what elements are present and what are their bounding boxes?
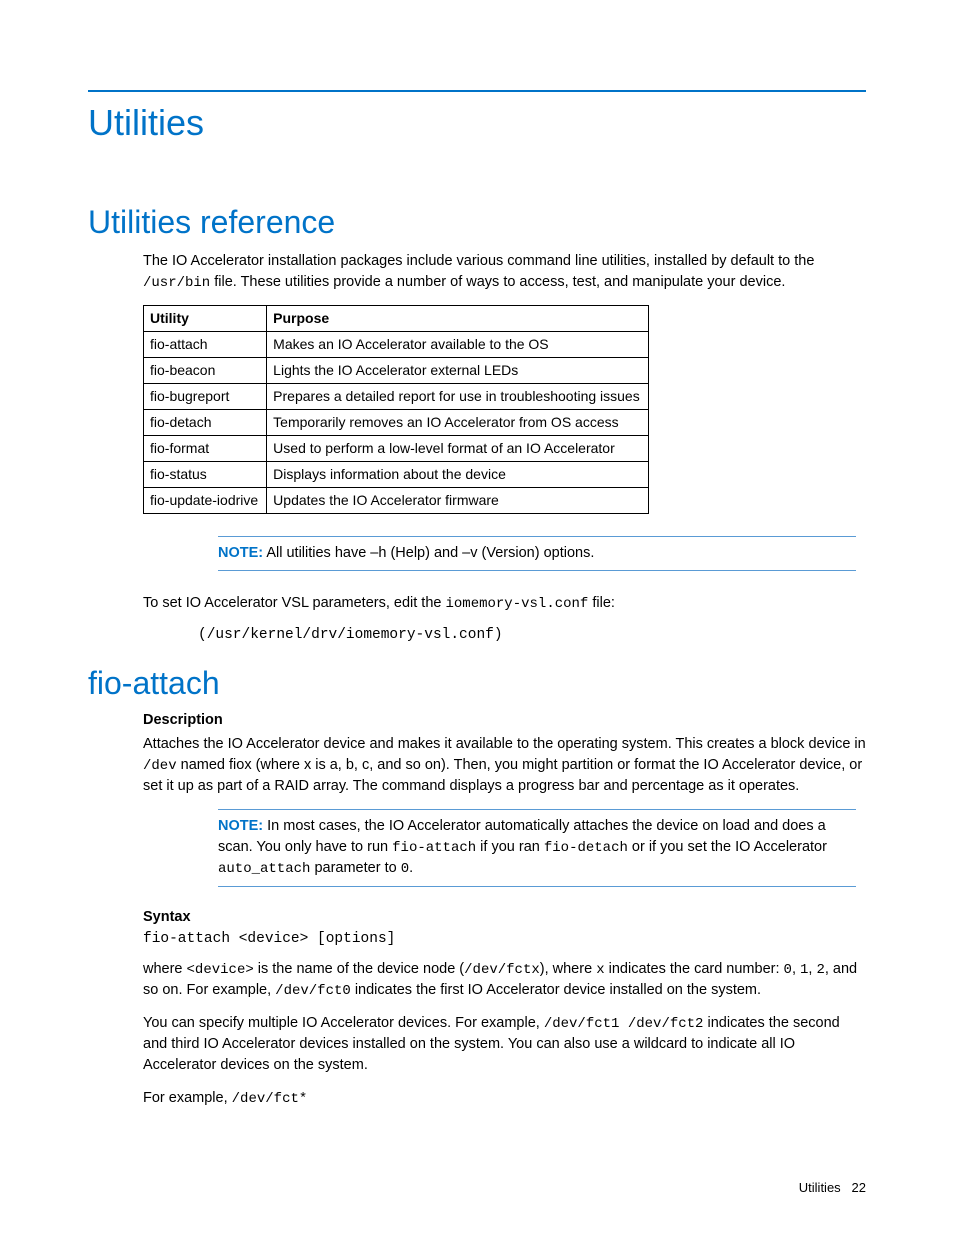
mc1: /dev/fct1 /dev/fct2: [544, 1016, 704, 1032]
intro-paragraph: The IO Accelerator installation packages…: [143, 251, 866, 293]
cell-purpose: Displays information about the device: [267, 462, 649, 488]
wb: is the name of the device node (: [254, 961, 464, 977]
page-footer: Utilities 22: [799, 1180, 866, 1195]
wc4: 0: [784, 962, 792, 978]
wh: indicates the first IO Accelerator devic…: [351, 982, 761, 998]
intro-text-post: file. These utilities provide a number o…: [210, 274, 785, 290]
note-label: NOTE:: [218, 545, 263, 561]
cell-purpose: Updates the IO Accelerator firmware: [267, 488, 649, 514]
table-row: fio-formatUsed to perform a low-level fo…: [144, 436, 649, 462]
cell-purpose: Makes an IO Accelerator available to the…: [267, 332, 649, 358]
cell-utility: fio-beacon: [144, 358, 267, 384]
syntax-label: Syntax: [143, 909, 866, 925]
th-purpose: Purpose: [267, 306, 649, 332]
n2d: parameter to: [310, 860, 400, 876]
desc-text-a: Attaches the IO Accelerator device and m…: [143, 736, 866, 752]
table-header-row: Utility Purpose: [144, 306, 649, 332]
section-heading-fio-attach: fio-attach: [88, 665, 866, 702]
cell-purpose: Used to perform a low-level format of an…: [267, 436, 649, 462]
wc1: <device>: [187, 962, 254, 978]
wc3: x: [596, 962, 604, 978]
desc-code: /dev: [143, 758, 177, 774]
desc-text-b: named fiox (where x is a, b, c, and so o…: [143, 757, 862, 794]
example-paragraph: For example, /dev/fct*: [143, 1088, 866, 1109]
wc7: /dev/fct0: [275, 983, 351, 999]
footer-page: 22: [852, 1180, 866, 1195]
n2c2: fio-detach: [544, 840, 628, 856]
wc6: 2: [816, 962, 824, 978]
page-title: Utilities: [88, 102, 866, 144]
multi-paragraph: You can specify multiple IO Accelerator …: [143, 1013, 866, 1076]
syntax-code: fio-attach <device> [options]: [143, 931, 866, 947]
note-label: NOTE:: [218, 818, 263, 834]
table-row: fio-beaconLights the IO Accelerator exte…: [144, 358, 649, 384]
vsl-pre: To set IO Accelerator VSL parameters, ed…: [143, 595, 446, 611]
description-paragraph: Attaches the IO Accelerator device and m…: [143, 734, 866, 797]
description-label: Description: [143, 712, 866, 728]
ma: You can specify multiple IO Accelerator …: [143, 1015, 544, 1031]
note-text: All utilities have –h (Help) and –v (Ver…: [263, 545, 594, 561]
cell-utility: fio-format: [144, 436, 267, 462]
intro-text-pre: The IO Accelerator installation packages…: [143, 253, 814, 269]
table-row: fio-detachTemporarily removes an IO Acce…: [144, 410, 649, 436]
n2c1: fio-attach: [392, 840, 476, 856]
cell-purpose: Temporarily removes an IO Accelerator fr…: [267, 410, 649, 436]
vsl-post: file:: [588, 595, 615, 611]
cell-utility: fio-bugreport: [144, 384, 267, 410]
n2e: .: [409, 860, 413, 876]
wc: ), where: [540, 961, 596, 977]
th-utility: Utility: [144, 306, 267, 332]
section-heading-utilities-reference: Utilities reference: [88, 204, 866, 241]
table-row: fio-bugreportPrepares a detailed report …: [144, 384, 649, 410]
top-rule: [88, 90, 866, 92]
table-row: fio-attachMakes an IO Accelerator availa…: [144, 332, 649, 358]
cell-utility: fio-attach: [144, 332, 267, 358]
note-block-2: NOTE: In most cases, the IO Accelerator …: [218, 809, 856, 887]
table-row: fio-statusDisplays information about the…: [144, 462, 649, 488]
ec1: /dev/fct*: [232, 1091, 308, 1107]
wd: indicates the card number:: [605, 961, 784, 977]
cell-utility: fio-update-iodrive: [144, 488, 267, 514]
n2c3: auto_attach: [218, 861, 310, 877]
n2c4: 0: [401, 861, 409, 877]
where-paragraph: where <device> is the name of the device…: [143, 959, 866, 1002]
intro-code: /usr/bin: [143, 275, 210, 291]
utilities-table: Utility Purpose fio-attachMakes an IO Ac…: [143, 305, 649, 514]
cell-utility: fio-detach: [144, 410, 267, 436]
vsl-code: iomemory-vsl.conf: [446, 596, 589, 612]
cell-purpose: Lights the IO Accelerator external LEDs: [267, 358, 649, 384]
wa: where: [143, 961, 187, 977]
note-block-1: NOTE: All utilities have –h (Help) and –…: [218, 536, 856, 571]
cell-purpose: Prepares a detailed report for use in tr…: [267, 384, 649, 410]
ea: For example,: [143, 1090, 232, 1106]
n2c: or if you set the IO Accelerator: [628, 839, 827, 855]
n2b: if you ran: [476, 839, 544, 855]
vsl-paragraph: To set IO Accelerator VSL parameters, ed…: [143, 593, 866, 614]
we: ,: [792, 961, 800, 977]
document-page: Utilities Utilities reference The IO Acc…: [0, 0, 954, 1235]
table-row: fio-update-iodriveUpdates the IO Acceler…: [144, 488, 649, 514]
wc2: /dev/fctx: [464, 962, 540, 978]
footer-label: Utilities: [799, 1180, 841, 1195]
cell-utility: fio-status: [144, 462, 267, 488]
vsl-path: (/usr/kernel/drv/iomemory-vsl.conf): [198, 627, 866, 643]
